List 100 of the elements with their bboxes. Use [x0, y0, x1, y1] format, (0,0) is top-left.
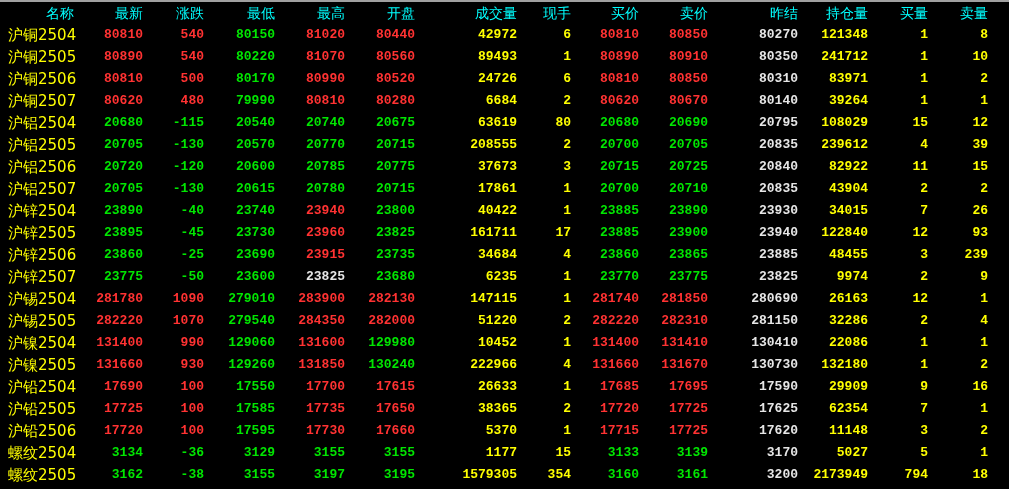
table-cell-text: 100 [179, 400, 204, 418]
table-cell-text: 17715 [599, 422, 639, 440]
table-cell-text: 1 [562, 202, 571, 220]
contract-name: 沪铜2507 [7, 91, 74, 112]
table-cell-text: 80810 [103, 26, 143, 44]
table-cell-text: 80890 [599, 48, 639, 66]
table-cell-text: 16 [971, 378, 988, 396]
table-cell-text: 15 [554, 444, 571, 462]
table-cell-text: 129060 [227, 334, 275, 352]
table-cell-text: -50 [179, 268, 204, 286]
table-cell-text: 279540 [227, 312, 275, 330]
table-cell-text: 80220 [235, 48, 275, 66]
column-header[interactable]: 开盘 [345, 2, 415, 24]
table-cell-text: 39 [971, 136, 988, 154]
table-cell-text: 3129 [242, 444, 275, 462]
table-cell-text: 1 [979, 92, 988, 110]
table-cell-text: 32286 [828, 312, 868, 330]
table-cell-text: 20540 [235, 114, 275, 132]
contract-name: 沪锡2505 [7, 311, 74, 332]
table-cell-text: 6 [562, 70, 571, 88]
table-cell-text: 129260 [227, 356, 275, 374]
table-cell-text: 2173949 [812, 466, 868, 484]
table-cell-text: 20835 [758, 180, 798, 198]
table-cell-text: 80620 [103, 92, 143, 110]
table-cell-text: 23860 [103, 246, 143, 264]
column-header[interactable]: 最新 [74, 2, 143, 24]
column-header[interactable]: 现手 [517, 2, 571, 24]
table-cell-text: 6 [562, 26, 571, 44]
table-cell-text: 2 [979, 422, 988, 440]
table-cell-text: 23770 [599, 268, 639, 286]
table-cell-text: 80560 [375, 48, 415, 66]
column-header[interactable]: 买量 [868, 2, 928, 24]
table-cell-text: 3197 [312, 466, 345, 484]
table-cell-text: 282310 [660, 312, 708, 330]
table-cell-text: 131600 [297, 334, 345, 352]
table-cell-text: 3134 [110, 444, 143, 462]
table-cell-text: 282000 [367, 312, 415, 330]
table-cell-text: 23890 [103, 202, 143, 220]
table-cell-text: -115 [171, 114, 204, 132]
table-cell-text: 7 [919, 400, 928, 418]
table-cell-text: 132180 [820, 356, 868, 374]
table-cell-text: 20705 [668, 136, 708, 154]
table-cell-text: 82922 [828, 158, 868, 176]
table-cell-text: 122840 [820, 224, 868, 242]
table-cell-text: 22086 [828, 334, 868, 352]
table-cell-text: 17590 [758, 378, 798, 396]
table-cell-text: -120 [171, 158, 204, 176]
table-cell-text: 26163 [828, 290, 868, 308]
table-cell-text: 23730 [235, 224, 275, 242]
column-header[interactable]: 昨结 [708, 2, 798, 24]
table-cell-text: 80350 [758, 48, 798, 66]
table-cell-text: 15 [971, 158, 988, 176]
column-header[interactable]: 最高 [275, 2, 345, 24]
table-cell-text: 80620 [599, 92, 639, 110]
table-cell-text: 17735 [305, 400, 345, 418]
table-cell-text: 990 [179, 334, 204, 352]
table-cell-text: 29909 [828, 378, 868, 396]
table-cell-text: 17725 [668, 400, 708, 418]
table-cell-text: 121348 [820, 26, 868, 44]
contract-name: 沪铅2504 [7, 377, 74, 398]
column-header[interactable]: 名称 [0, 2, 74, 24]
table-cell-text: 80810 [599, 70, 639, 88]
table-cell-text: 500 [179, 70, 204, 88]
table-cell-text: 7 [919, 202, 928, 220]
table-cell-text: 11 [911, 158, 928, 176]
table-cell-text: 1 [919, 70, 928, 88]
table-cell-text: 23825 [375, 224, 415, 242]
table-cell-text: 2 [562, 92, 571, 110]
table-cell-text: 23885 [599, 202, 639, 220]
column-header[interactable]: 卖量 [928, 2, 988, 24]
table-cell-text: 3155 [242, 466, 275, 484]
column-header[interactable]: 持仓量 [798, 2, 868, 24]
table-cell-text: 282130 [367, 290, 415, 308]
column-header[interactable]: 最低 [204, 2, 275, 24]
table-cell-text: 17595 [235, 422, 275, 440]
table-cell-text: 100 [179, 378, 204, 396]
table-cell-text: 540 [179, 26, 204, 44]
table-cell-text: 80520 [375, 70, 415, 88]
table-cell-text: 2 [562, 312, 571, 330]
table-cell-text: 2 [979, 70, 988, 88]
table-cell-text: 3161 [675, 466, 708, 484]
table-cell-text: -130 [171, 180, 204, 198]
column-header[interactable]: 卖价 [639, 2, 708, 24]
table-cell-text: 20795 [758, 114, 798, 132]
column-header[interactable]: 买价 [571, 2, 639, 24]
contract-name: 沪铅2505 [7, 399, 74, 420]
table-cell-text: 279010 [227, 290, 275, 308]
table-cell-text: 20690 [668, 114, 708, 132]
table-cell-text: 81070 [305, 48, 345, 66]
table-cell-text: 161711 [469, 224, 517, 242]
column-header[interactable]: 成交量 [415, 2, 517, 24]
table-cell-text: 3200 [765, 466, 798, 484]
table-cell-text: 2 [919, 268, 928, 286]
table-cell-text: 20715 [375, 136, 415, 154]
table-cell-text: 38365 [477, 400, 517, 418]
table-cell-text: 23885 [758, 246, 798, 264]
contract-name: 沪铝2506 [7, 157, 74, 178]
table-cell-text: 23930 [758, 202, 798, 220]
table-cell-text: 23740 [235, 202, 275, 220]
column-header[interactable]: 涨跌 [143, 2, 204, 24]
